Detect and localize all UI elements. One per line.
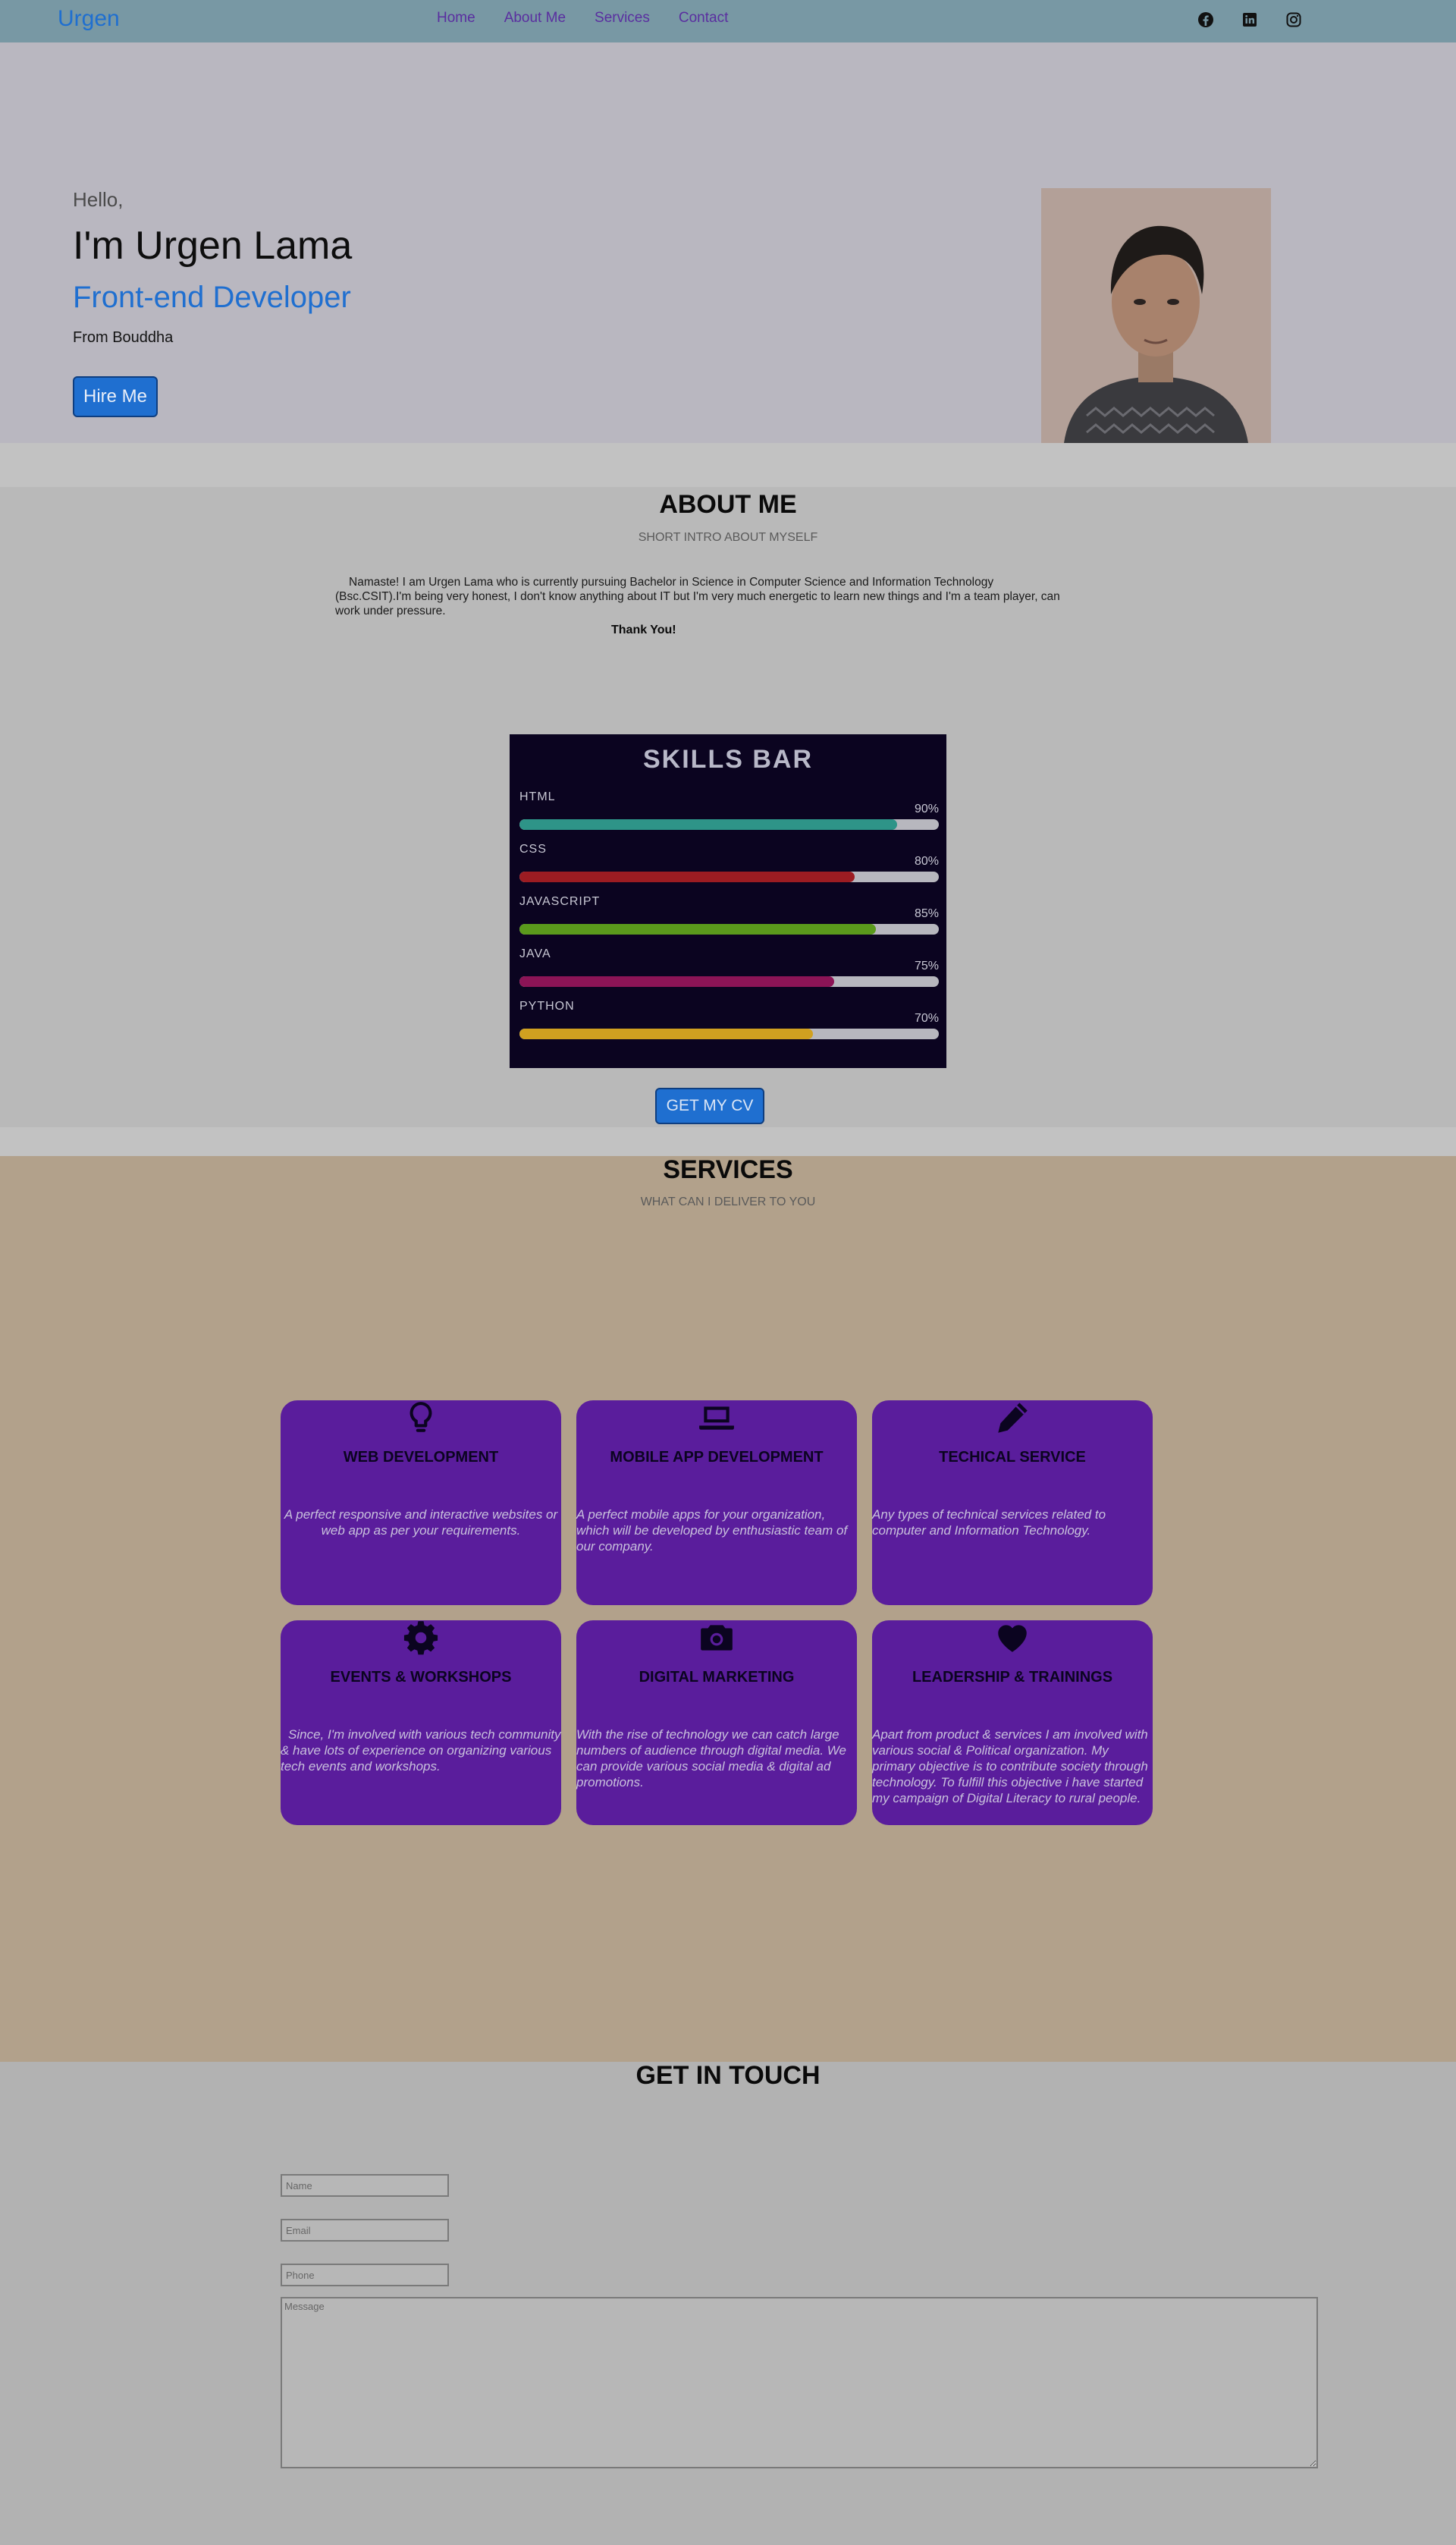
skill-name: JAVASCRIPT — [519, 895, 601, 908]
linkedin-icon[interactable] — [1241, 11, 1259, 29]
section-divider — [0, 443, 1456, 487]
skill-track — [519, 819, 939, 830]
hero-section: Hello, I'm Urgen Lama Front-end Develope… — [0, 42, 1456, 443]
skill-percent: 75% — [914, 960, 939, 972]
skill-track — [519, 872, 939, 882]
skills-title: SKILLS BAR — [643, 745, 813, 774]
services-section: SERVICES WHAT CAN I DELIVER TO YOU WEB D… — [0, 1155, 1456, 2062]
name-field[interactable] — [281, 2174, 449, 2197]
skill-percent: 85% — [914, 907, 939, 920]
nav-link-about[interactable]: About Me — [504, 10, 566, 27]
phone-field[interactable] — [281, 2264, 449, 2286]
service-description: A perfect mobile apps for your organizat… — [576, 1507, 848, 1554]
service-title: MOBILE APP DEVELOPMENT — [610, 1449, 824, 1466]
skills-panel: SKILLS BAR HTML 90% CSS 80% JAVASCRIPT 8… — [510, 734, 946, 1068]
contact-section: GET IN TOUCH — [0, 2061, 1456, 2545]
pencil-icon — [872, 1399, 1153, 1437]
service-title: TECHICAL SERVICE — [939, 1449, 1086, 1466]
section-divider — [0, 1127, 1456, 1156]
profile-photo — [1041, 188, 1271, 443]
skill-name: PYTHON — [519, 1000, 575, 1013]
navbar: Urgen Home About Me Services Contact — [0, 0, 1456, 42]
service-card-digital-marketing: DIGITAL MARKETING With the rise of techn… — [576, 1620, 857, 1825]
hero-greeting: Hello, — [73, 188, 124, 211]
skill-fill — [519, 1029, 814, 1039]
hire-me-button[interactable]: Hire Me — [73, 376, 158, 417]
service-card-events-workshops: EVENTS & WORKSHOPS Since, I'm involved w… — [281, 1620, 561, 1825]
about-section: ABOUT ME SHORT INTRO ABOUT MYSELF Namast… — [0, 487, 1456, 1127]
service-description: A perfect responsive and interactive web… — [284, 1507, 558, 1538]
service-title: WEB DEVELOPMENT — [343, 1449, 499, 1466]
skill-percent: 80% — [914, 855, 939, 868]
service-description: Apart from product & services I am invol… — [872, 1727, 1148, 1805]
about-text: Namaste! I am Urgen Lama who is currentl… — [335, 576, 1060, 617]
skill-fill — [519, 976, 834, 987]
skill-percent: 70% — [914, 1012, 939, 1025]
heart-icon — [872, 1619, 1153, 1657]
skill-name: HTML — [519, 790, 556, 803]
hero-name: I'm Urgen Lama — [73, 224, 353, 268]
brand-logo[interactable]: Urgen — [58, 6, 120, 32]
camera-icon — [576, 1619, 857, 1657]
facebook-icon[interactable] — [1197, 11, 1215, 29]
message-field[interactable] — [281, 2297, 1318, 2468]
nav-links: Home About Me Services Contact — [437, 10, 757, 27]
hero-location: From Bouddha — [73, 329, 174, 346]
about-subtitle: SHORT INTRO ABOUT MYSELF — [638, 531, 818, 544]
skill-track — [519, 1029, 939, 1039]
skill-fill — [519, 872, 855, 882]
social-links — [1197, 11, 1303, 29]
skill-percent: 90% — [914, 803, 939, 815]
nav-link-home[interactable]: Home — [437, 10, 475, 27]
service-card-technical-service: TECHICAL SERVICE Any types of technical … — [872, 1400, 1153, 1605]
laptop-icon — [576, 1399, 857, 1437]
services-title: SERVICES — [663, 1155, 793, 1184]
about-thanks: Thank You! — [611, 624, 676, 636]
gear-icon — [281, 1619, 561, 1657]
service-description: Any types of technical services related … — [872, 1507, 1106, 1538]
get-cv-button[interactable]: GET MY CV — [655, 1088, 764, 1124]
about-title: ABOUT ME — [659, 490, 797, 519]
nav-link-services[interactable]: Services — [595, 10, 650, 27]
skill-python: PYTHON 70% — [519, 1000, 939, 1045]
nav-link-contact[interactable]: Contact — [679, 10, 728, 27]
service-description: With the rise of technology we can catch… — [576, 1727, 846, 1789]
service-card-web-development: WEB DEVELOPMENT A perfect responsive and… — [281, 1400, 561, 1605]
skill-track — [519, 976, 939, 987]
lightbulb-icon — [281, 1399, 561, 1437]
services-subtitle: WHAT CAN I DELIVER TO YOU — [640, 1196, 816, 1208]
hero-role: Front-end Developer — [73, 281, 351, 314]
skill-html: HTML 90% — [519, 790, 939, 836]
service-card-mobile-app-development: MOBILE APP DEVELOPMENT A perfect mobile … — [576, 1400, 857, 1605]
instagram-icon[interactable] — [1285, 11, 1303, 29]
email-field[interactable] — [281, 2219, 449, 2242]
skill-fill — [519, 819, 897, 830]
skill-javascript: JAVASCRIPT 85% — [519, 895, 939, 941]
skill-css: CSS 80% — [519, 843, 939, 888]
service-description: Since, I'm involved with various tech co… — [281, 1727, 561, 1774]
service-title: LEADERSHIP & TRAININGS — [912, 1669, 1113, 1686]
skill-java: JAVA 75% — [519, 947, 939, 993]
contact-title: GET IN TOUCH — [635, 2061, 821, 2090]
service-title: DIGITAL MARKETING — [639, 1669, 795, 1686]
skill-name: CSS — [519, 843, 547, 856]
skill-track — [519, 924, 939, 935]
service-title: EVENTS & WORKSHOPS — [330, 1669, 512, 1686]
skill-name: JAVA — [519, 947, 551, 960]
service-card-leadership-trainings: LEADERSHIP & TRAININGS Apart from produc… — [872, 1620, 1153, 1825]
skill-fill — [519, 924, 877, 935]
